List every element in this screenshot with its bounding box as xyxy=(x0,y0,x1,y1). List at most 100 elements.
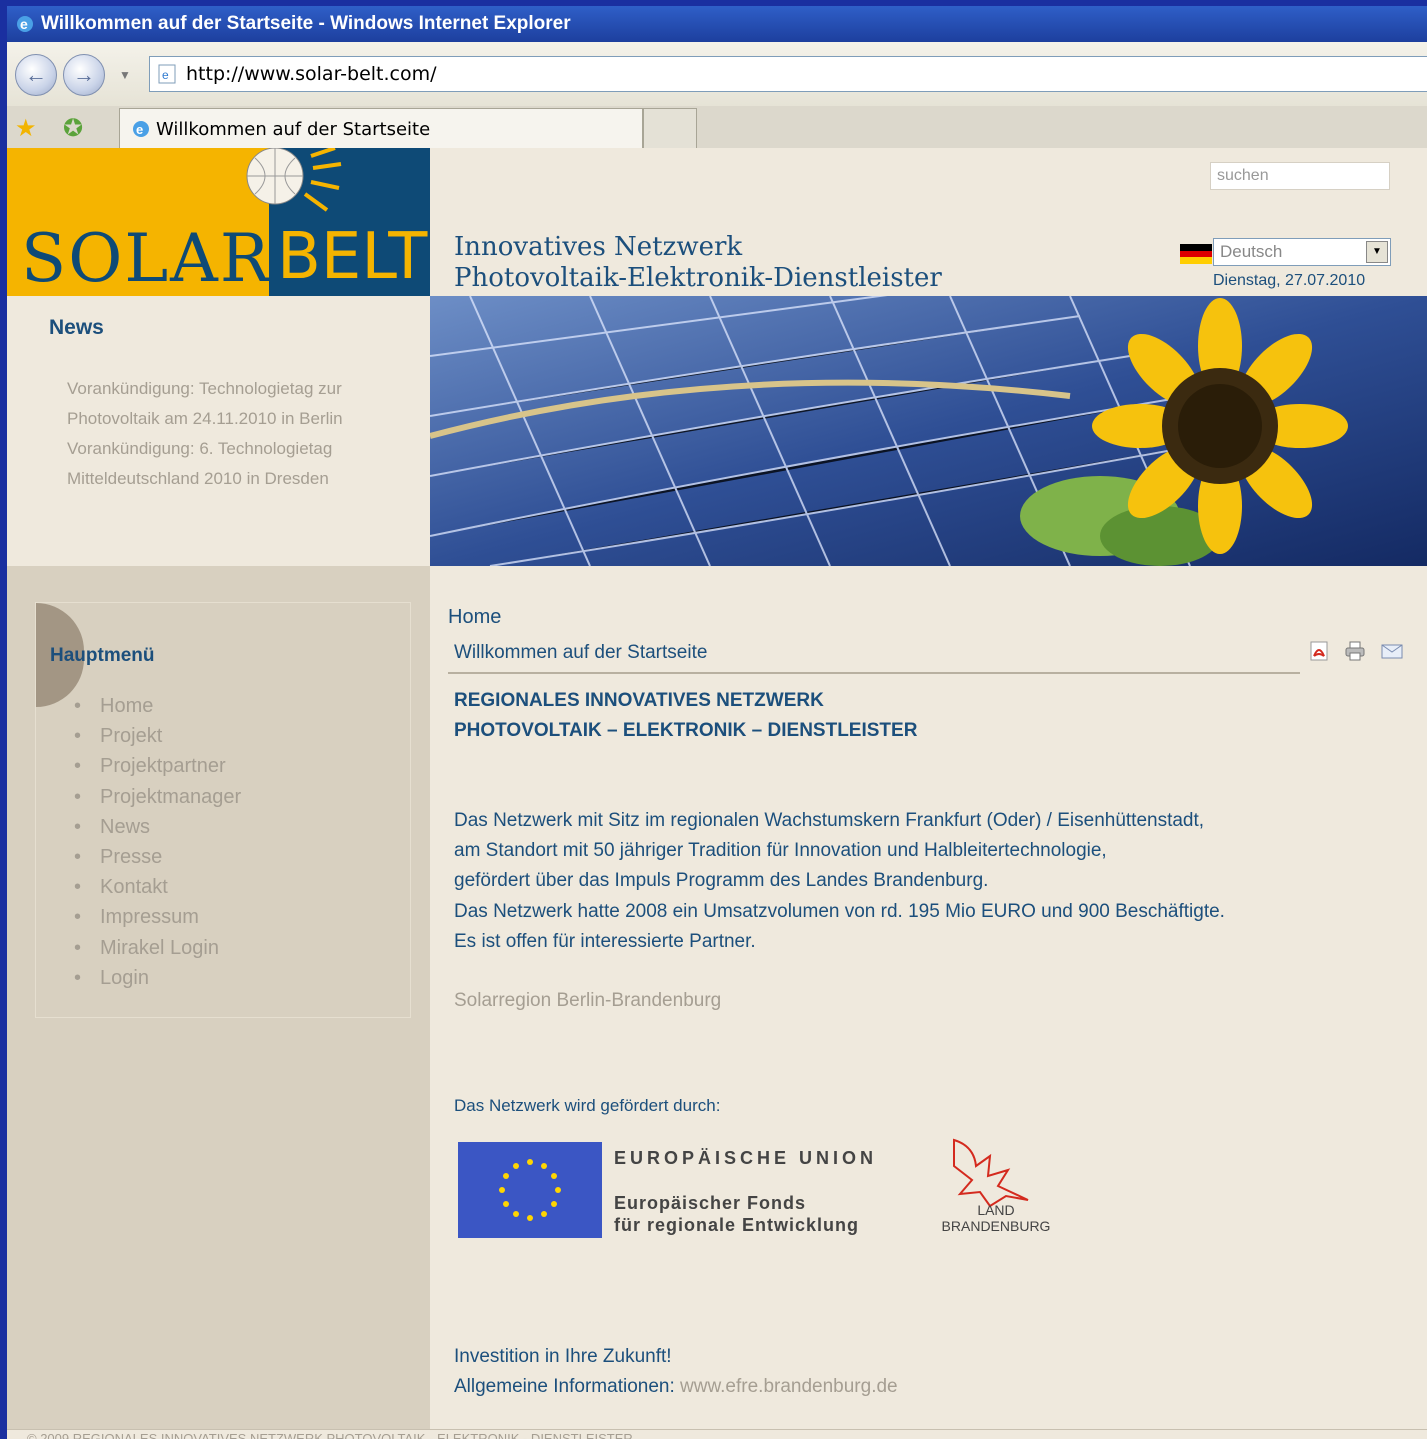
forward-button[interactable]: → xyxy=(63,54,105,96)
address-bar[interactable]: e http://www.solar-belt.com/ xyxy=(149,56,1427,92)
menu-item-mirakel-login[interactable]: • Mirakel Login xyxy=(74,933,241,963)
main-menu: Hauptmenü • Home • Projekt • Projektpartner… xyxy=(35,602,411,1018)
brandenburg-line-2: BRANDENBURG xyxy=(941,1218,1051,1234)
brandenburg-label: LAND BRANDENBURG xyxy=(932,1202,1060,1234)
chevron-down-icon[interactable]: ▼ xyxy=(1366,241,1388,263)
bullet-icon: • xyxy=(74,755,82,778)
news-panel: News Vorankündigung: Technologietag zur … xyxy=(7,296,430,566)
current-date: Dienstag, 27.07.2010 xyxy=(1213,272,1366,289)
globe-sun-icon xyxy=(246,148,342,212)
menu-item-impressum[interactable]: • Impressum xyxy=(74,902,241,932)
body-line: Das Netzwerk mit Sitz im regionalen Wach… xyxy=(454,810,1205,831)
menu-item-projektpartner[interactable]: • Projektpartner xyxy=(74,751,241,781)
info-label: Allgemeine Informationen: xyxy=(454,1376,675,1397)
search-input[interactable]: suchen xyxy=(1210,162,1390,190)
svg-text:e: e xyxy=(136,122,143,137)
history-dropdown-icon[interactable]: ▼ xyxy=(119,68,131,82)
body-line: am Standort mit 50 jähriger Tradition fü… xyxy=(454,840,1107,862)
eu-subtitle: Europäischer Fonds für regionale Entwick… xyxy=(614,1192,859,1236)
bullet-icon: • xyxy=(74,815,82,838)
back-arrow-icon: ← xyxy=(25,62,47,87)
eu-flag-icon xyxy=(458,1142,602,1238)
menu-item-label: Kontakt xyxy=(100,876,168,899)
menu-item-label: Home xyxy=(100,695,154,717)
bullet-icon: • xyxy=(74,845,82,868)
menu-item-presse[interactable]: • Presse xyxy=(74,842,241,872)
language-select[interactable]: Deutsch ▼ xyxy=(1213,238,1391,266)
breadcrumb[interactable]: Home xyxy=(448,606,501,629)
menu-item-label: Projektmanager xyxy=(100,785,242,808)
menu-item-projektmanager[interactable]: • Projektmanager xyxy=(74,782,241,812)
info-line: Allgemeine Informationen: www.efre.brand… xyxy=(454,1372,898,1402)
tab-label: Willkommen auf der Startseite xyxy=(156,118,431,140)
page-title: Willkommen auf der Startseite xyxy=(454,642,708,663)
print-icon[interactable] xyxy=(1344,640,1366,662)
favorites-star-icon[interactable]: ★ xyxy=(15,114,37,143)
bullet-icon: • xyxy=(74,785,82,808)
menu-item-label: Impressum xyxy=(100,906,199,929)
browser-window: e Willkommen auf der Startseite - Window… xyxy=(7,6,1427,1439)
header-right: Innovatives Netzwerk Photovoltaik-Elektr… xyxy=(430,148,1427,296)
body-line: Das Netzwerk hatte 2008 ein Umsatzvolume… xyxy=(454,900,1225,922)
tagline-line-2: Photovoltaik-Elektronik-Dienstleister xyxy=(454,263,942,293)
ie-icon: e xyxy=(17,16,33,32)
logo-solar-text: SOLAR xyxy=(21,220,272,296)
new-tab-button[interactable] xyxy=(643,108,697,149)
back-button[interactable]: ← xyxy=(15,54,57,96)
menu-list: • Home • Projekt • Projektpartner • Projektm… xyxy=(74,691,241,993)
solar-panel-sunflower-image xyxy=(430,296,1427,566)
window-title: Willkommen auf der Startseite - Windows … xyxy=(41,13,571,34)
bullet-icon: • xyxy=(74,966,82,989)
address-toolbar: ← → ▼ e http://www.solar-belt.com/ xyxy=(7,42,1427,106)
german-flag-icon xyxy=(1180,244,1212,264)
news-item[interactable]: Photovoltaik am 24.11.2010 in Berlin xyxy=(67,404,397,434)
svg-text:e: e xyxy=(20,16,28,32)
menu-item-label: Projektpartner xyxy=(100,755,226,778)
tab-bar: ★ ✪ e Willkommen auf der Startseite xyxy=(7,106,1427,149)
tab-active[interactable]: e Willkommen auf der Startseite xyxy=(119,108,643,149)
news-item[interactable]: Vorankündigung: Technologietag zur xyxy=(67,374,397,404)
heading-line-1: REGIONALES INNOVATIVES NETZWERK xyxy=(454,690,824,711)
pdf-icon[interactable] xyxy=(1308,640,1330,662)
header-banner-image xyxy=(430,296,1427,566)
bullet-icon: • xyxy=(74,725,82,748)
body-line: Es ist offen für interessierte Partner. xyxy=(454,930,756,952)
efre-link[interactable]: www.efre.brandenburg.de xyxy=(680,1376,898,1397)
main-menu-panel: Hauptmenü • Home • Projekt • Projektpartner… xyxy=(7,566,430,1439)
bullet-icon: • xyxy=(74,695,82,717)
site-logo[interactable]: SOLAR BELT xyxy=(7,148,430,296)
forward-arrow-icon: → xyxy=(73,62,95,87)
url-text: http://www.solar-belt.com/ xyxy=(186,63,437,85)
language-value: Deutsch xyxy=(1220,242,1283,261)
menu-item-login[interactable]: • Login xyxy=(74,963,241,993)
window-titlebar: e Willkommen auf der Startseite - Window… xyxy=(7,6,1427,42)
title-divider xyxy=(448,672,1300,674)
solar-region-link[interactable]: Solarregion Berlin-Brandenburg xyxy=(454,990,721,1012)
tagline-line-1: Innovatives Netzwerk xyxy=(454,232,743,262)
news-item[interactable]: Mitteldeutschland 2010 in Dresden xyxy=(67,464,397,494)
brandenburg-line-1: LAND xyxy=(977,1202,1015,1218)
body-line: gefördert über das Impuls Programm des L… xyxy=(454,870,989,892)
intro-heading: REGIONALES INNOVATIVES NETZWERK PHOTOVOL… xyxy=(454,686,917,746)
eu-title: EUROPÄISCHE UNION xyxy=(614,1148,878,1168)
menu-item-home[interactable]: • Home xyxy=(74,691,241,721)
email-icon[interactable] xyxy=(1380,640,1404,662)
intro-body: Das Netzwerk mit Sitz im regionalen Wach… xyxy=(454,806,1225,957)
heading-line-2: PHOTOVOLTAIK – ELEKTRONIK – DIENSTLEISTE… xyxy=(454,720,918,741)
sponsor-text: Das Netzwerk wird gefördert durch: xyxy=(454,1096,721,1115)
site-tagline: Innovatives Netzwerk Photovoltaik-Elektr… xyxy=(454,232,942,294)
article-tools xyxy=(1308,640,1404,662)
menu-item-label: Projekt xyxy=(100,725,163,748)
eu-subtitle-line-2: für regionale Entwicklung xyxy=(614,1215,860,1235)
news-list: Vorankündigung: Technologietag zur Photo… xyxy=(67,374,397,494)
eu-subtitle-line-1: Europäischer Fonds xyxy=(614,1193,807,1213)
logo-belt-text: BELT xyxy=(277,220,428,294)
investment-info: Investition in Ihre Zukunft! Allgemeine … xyxy=(454,1342,898,1402)
menu-item-label: News xyxy=(100,815,151,838)
menu-item-kontakt[interactable]: • Kontakt xyxy=(74,872,241,902)
menu-item-projekt[interactable]: • Projekt xyxy=(74,721,241,751)
add-favorites-icon[interactable]: ✪ xyxy=(63,114,83,143)
news-item[interactable]: Vorankündigung: 6. Technologietag xyxy=(67,434,397,464)
menu-item-news[interactable]: • News xyxy=(74,812,241,842)
invest-line: Investition in Ihre Zukunft! xyxy=(454,1346,672,1367)
